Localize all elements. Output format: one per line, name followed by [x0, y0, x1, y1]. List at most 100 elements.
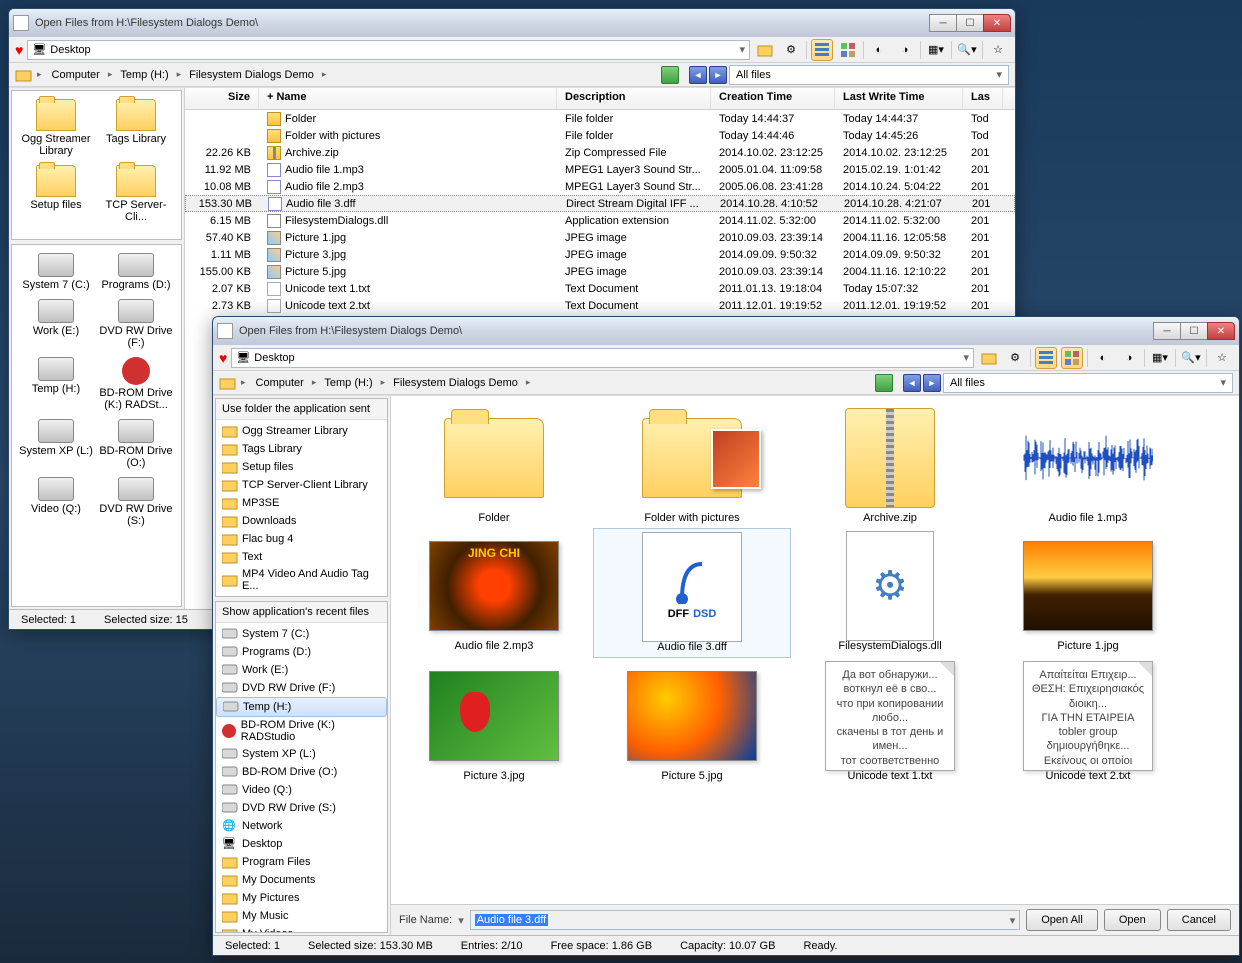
back-icon[interactable]: ◄	[689, 66, 707, 84]
tree-folder-item[interactable]: Tags Library	[216, 440, 387, 458]
tree-drive-item[interactable]: 🖥Desktop	[216, 835, 387, 853]
chevron-down-icon[interactable]: ▾	[1010, 914, 1016, 927]
thumbnail-item[interactable]: Picture 5.jpg	[593, 658, 791, 786]
tree-drive-item[interactable]: Programs (D:)	[216, 643, 387, 661]
tree-drive-item[interactable]: BD-ROM Drive (O:)	[216, 763, 387, 781]
tree-drive-item[interactable]: My Videos	[216, 925, 387, 933]
table-row[interactable]: 22.26 KBArchive.zipZip Compressed File20…	[185, 144, 1015, 161]
tree-drive-item[interactable]: System 7 (C:)	[216, 625, 387, 643]
thumbnail-item[interactable]: JING CHIAudio file 2.mp3	[395, 528, 593, 658]
view-thumbs-icon[interactable]	[837, 39, 859, 61]
path-combo[interactable]: 🖥 Desktop ▾	[27, 40, 750, 60]
column-header[interactable]: Las	[963, 88, 1003, 109]
tree-folder-item[interactable]: Setup files	[216, 458, 387, 476]
favorites-icon[interactable]: ♥	[219, 350, 227, 366]
tree-drive-item[interactable]: Work (E:)	[216, 661, 387, 679]
chevron-right-icon[interactable]: ▸	[524, 377, 533, 388]
tree-drive-item[interactable]: My Documents	[216, 871, 387, 889]
titlebar-1[interactable]: Open Files from H:\Filesystem Dialogs De…	[9, 9, 1015, 37]
path-combo[interactable]: 🖥 Desktop ▾	[231, 348, 974, 368]
tree-drive-item[interactable]: System XP (L:)	[216, 745, 387, 763]
tree-folder-item[interactable]: MP3SE	[216, 494, 387, 512]
table-row[interactable]: FolderFile folderToday 14:44:37Today 14:…	[185, 110, 1015, 127]
folder-icon[interactable]	[15, 67, 33, 83]
open-button[interactable]: Open	[1104, 909, 1161, 931]
thumbnail-item[interactable]: Picture 1.jpg	[989, 528, 1187, 658]
tree-drive-item[interactable]: 🌐Network	[216, 817, 387, 835]
thumbnail-item[interactable]: Απαίτείται Επιχειρ...ΘΕΣΗ: Επιχειρησιακό…	[989, 658, 1187, 786]
view-details-icon[interactable]	[811, 39, 833, 61]
sidebar-drive-item[interactable]: Video (Q:)	[16, 473, 96, 531]
dropdown-icon[interactable]: ▾	[739, 43, 745, 56]
star-icon[interactable]: ☆	[987, 39, 1009, 61]
chevron-right-icon[interactable]: ▸	[320, 69, 329, 80]
titlebar-2[interactable]: Open Files from H:\Filesystem Dialogs De…	[213, 317, 1239, 345]
breadcrumb-item[interactable]: Filesystem Dialogs Demo	[183, 67, 320, 83]
chevron-down-icon[interactable]: ▾	[1220, 376, 1226, 389]
folder-open-icon[interactable]	[754, 39, 776, 61]
tree-folder-item[interactable]: Text	[216, 548, 387, 566]
dropdown-icon[interactable]: ▾	[458, 914, 464, 927]
table-row[interactable]: 10.08 MBAudio file 2.mp3MPEG1 Layer3 Sou…	[185, 178, 1015, 195]
thumbnail-item[interactable]: DFFDSDAudio file 3.dff	[593, 528, 791, 658]
sidebar-drive-item[interactable]: System XP (L:)	[16, 415, 96, 473]
filter-combo[interactable]: All files ▾	[943, 373, 1233, 393]
table-row[interactable]: 11.92 MBAudio file 1.mp3MPEG1 Layer3 Sou…	[185, 161, 1015, 178]
sidebar-drive-item[interactable]: System 7 (C:)	[16, 249, 96, 295]
close-button[interactable]: ✕	[983, 14, 1011, 32]
refresh-icon[interactable]	[875, 374, 893, 392]
breadcrumb-item[interactable]: Computer	[46, 67, 106, 83]
table-row[interactable]: 6.15 MBFilesystemDialogs.dllApplication …	[185, 212, 1015, 229]
back-icon[interactable]: ◄	[903, 374, 921, 392]
tree-drive-item[interactable]: DVD RW Drive (S:)	[216, 799, 387, 817]
sidebar-folder-item[interactable]: Setup files	[16, 161, 96, 227]
filename-input[interactable]: Audio file 3.dff ▾	[470, 910, 1021, 930]
maximize-button[interactable]: ☐	[1180, 322, 1208, 340]
open-all-button[interactable]: Open All	[1026, 909, 1098, 931]
column-header[interactable]: Description	[557, 88, 711, 109]
tree-folder-item[interactable]: Flac bug 4	[216, 530, 387, 548]
table-row[interactable]: Folder with picturesFile folderToday 14:…	[185, 127, 1015, 144]
tree-drive-item[interactable]: My Music	[216, 907, 387, 925]
column-header[interactable]: + Name	[259, 88, 557, 109]
column-header[interactable]: Last Write Time	[835, 88, 963, 109]
sidebar-drive-item[interactable]: DVD RW Drive (F:)	[96, 295, 176, 353]
dropdown-icon[interactable]: ▾	[963, 351, 969, 364]
folder-open-icon[interactable]	[978, 347, 1000, 369]
thumbnail-item[interactable]: Picture 3.jpg	[395, 658, 593, 786]
table-row[interactable]: 155.00 KBPicture 5.jpgJPEG image2010.09.…	[185, 263, 1015, 280]
toggle-1-icon[interactable]: ◐	[1092, 347, 1114, 369]
thumbnail-item[interactable]: Audio file 1.mp3	[989, 400, 1187, 528]
sidebar-drive-item[interactable]: DVD RW Drive (S:)	[96, 473, 176, 531]
breadcrumb-item[interactable]: Temp (H:)	[318, 375, 378, 391]
search-icon[interactable]: 🔍▾	[956, 39, 978, 61]
table-row[interactable]: 57.40 KBPicture 1.jpgJPEG image2010.09.0…	[185, 229, 1015, 246]
chevron-right-icon[interactable]: ▸	[106, 69, 115, 80]
sidebar-drive-item[interactable]: BD-ROM Drive (K:) RADSt...	[96, 353, 176, 415]
chevron-right-icon[interactable]: ▸	[310, 377, 319, 388]
table-row[interactable]: 1.11 MBPicture 3.jpgJPEG image2014.09.09…	[185, 246, 1015, 263]
view-thumbs-icon[interactable]	[1061, 347, 1083, 369]
gears-icon[interactable]: ⚙	[1004, 347, 1026, 369]
refresh-icon[interactable]	[661, 66, 679, 84]
tree-drive-item[interactable]: DVD RW Drive (F:)	[216, 679, 387, 697]
tree-drive-item[interactable]: Program Files	[216, 853, 387, 871]
sidebar-drive-item[interactable]: BD-ROM Drive (O:)	[96, 415, 176, 473]
chevron-right-icon[interactable]: ▸	[379, 377, 388, 388]
tree-drive-item[interactable]: BD-ROM Drive (K:) RADStudio	[216, 717, 387, 745]
forward-icon[interactable]: ►	[923, 374, 941, 392]
sidebar-folder-item[interactable]: Tags Library	[96, 95, 176, 161]
favorites-icon[interactable]: ♥	[15, 42, 23, 58]
chevron-down-icon[interactable]: ▾	[996, 68, 1002, 81]
table-row[interactable]: 2.07 KBUnicode text 1.txtText Document20…	[185, 280, 1015, 297]
sidebar-drive-item[interactable]: Work (E:)	[16, 295, 96, 353]
view-details-icon[interactable]	[1035, 347, 1057, 369]
chevron-right-icon[interactable]: ▸	[175, 69, 184, 80]
thumbnail-item[interactable]: Archive.zip	[791, 400, 989, 528]
sidebar-drive-item[interactable]: Programs (D:)	[96, 249, 176, 295]
tree-drive-item[interactable]: My Pictures	[216, 889, 387, 907]
maximize-button[interactable]: ☐	[956, 14, 984, 32]
forward-icon[interactable]: ►	[709, 66, 727, 84]
thumbnail-item[interactable]: Folder	[395, 400, 593, 528]
minimize-button[interactable]: ─	[929, 14, 957, 32]
